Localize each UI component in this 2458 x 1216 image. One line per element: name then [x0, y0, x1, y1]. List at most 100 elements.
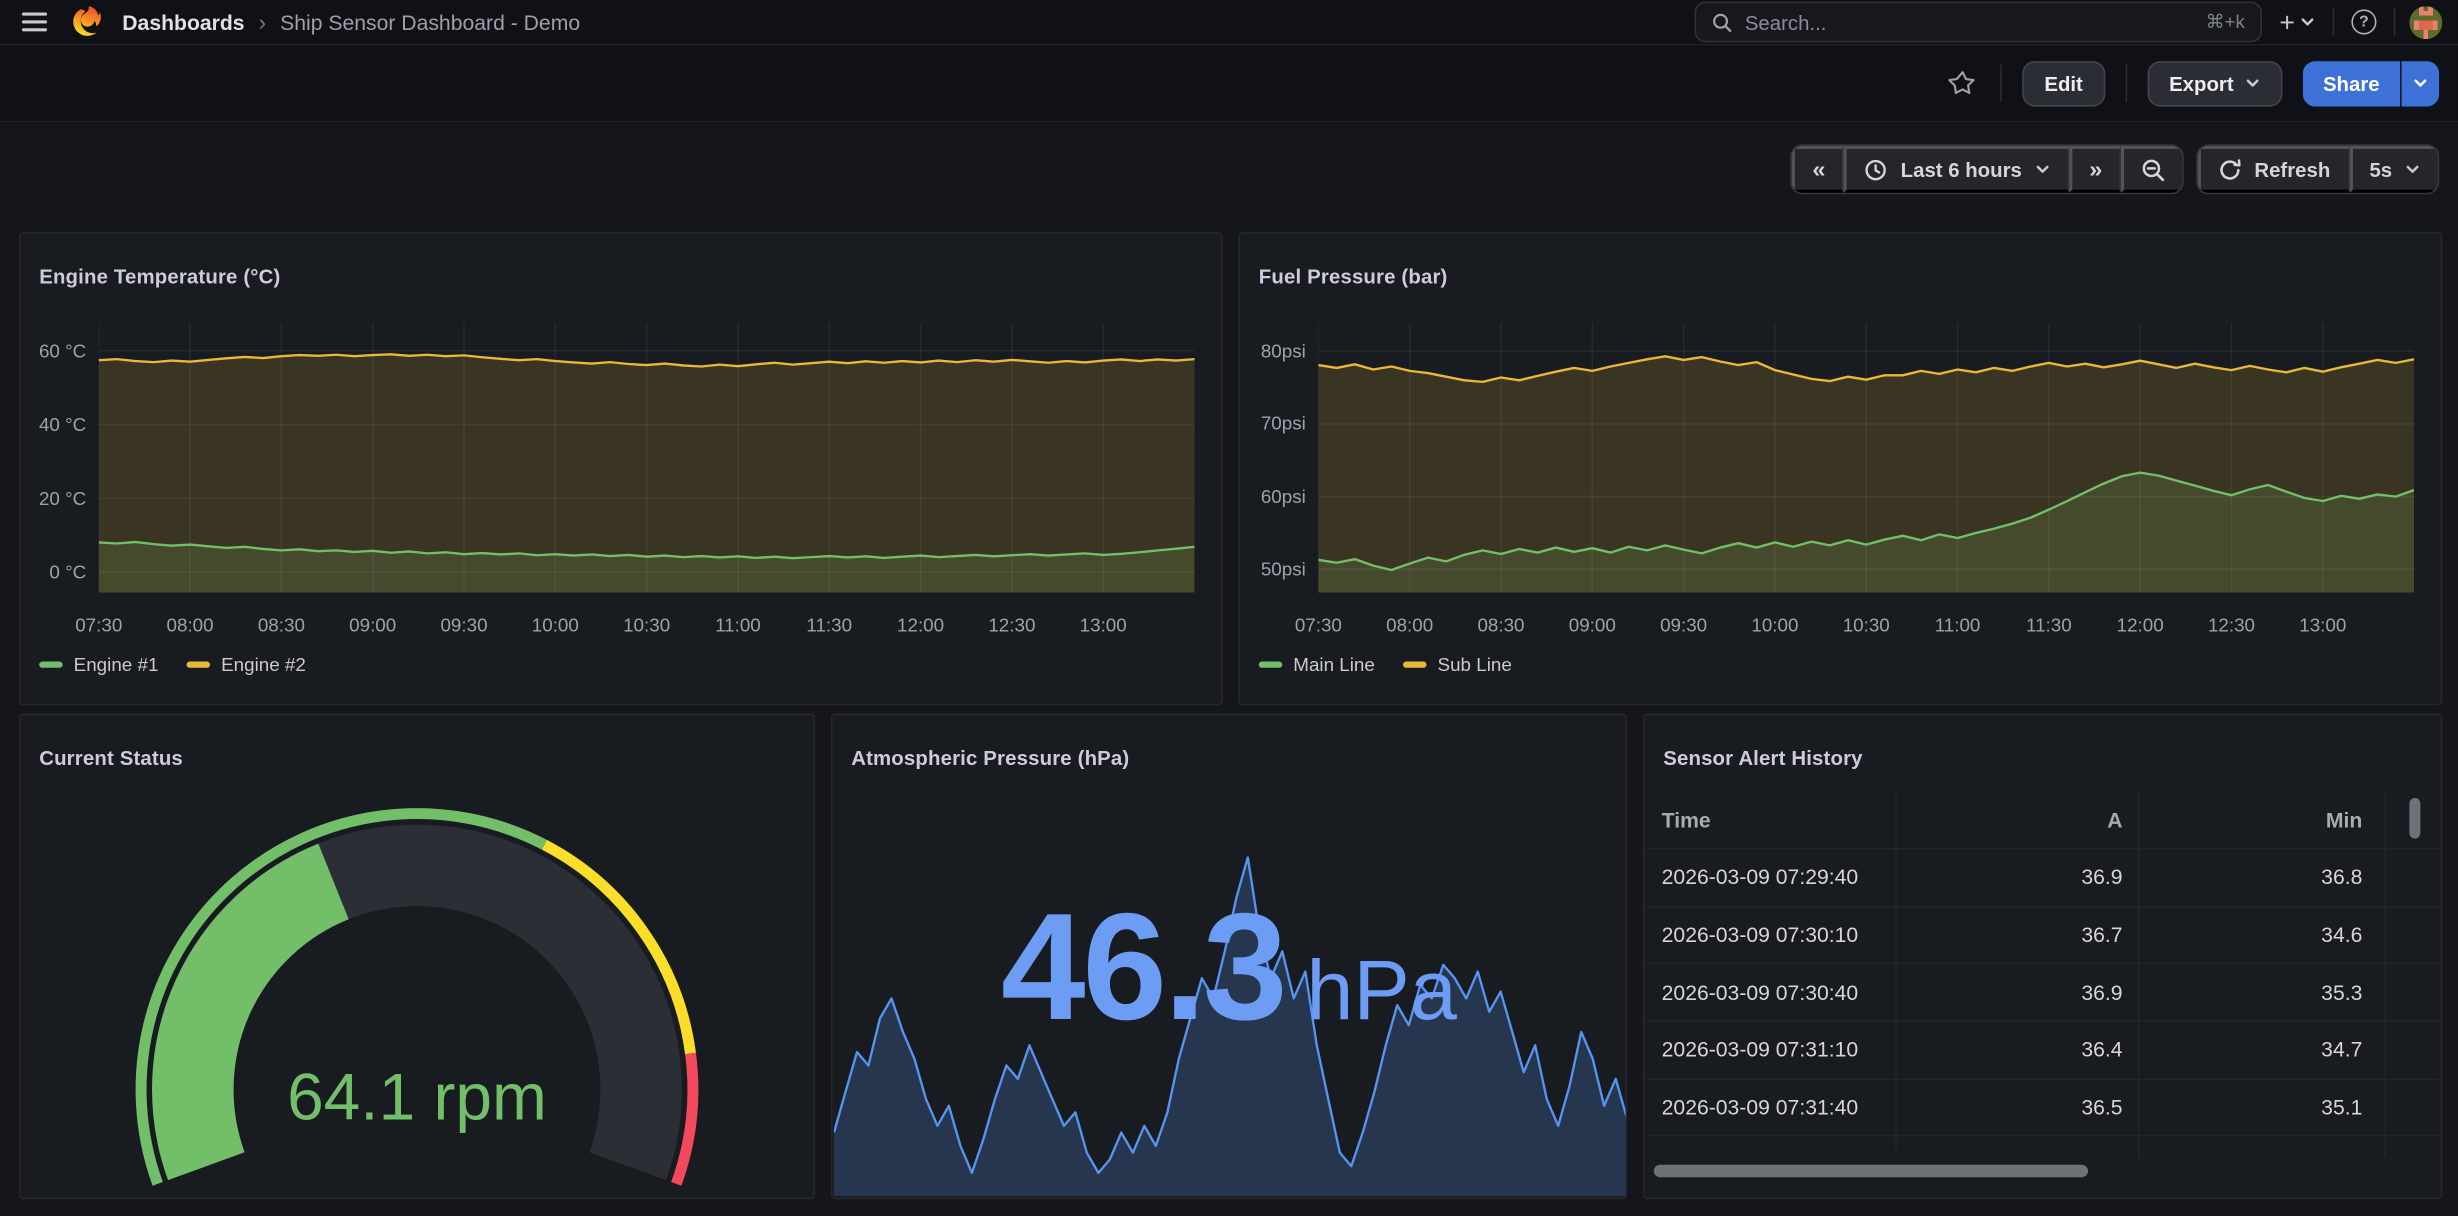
x-axis-tick-label: 12:30 — [973, 614, 1051, 636]
help-button[interactable]: ? — [2348, 6, 2379, 37]
x-axis-tick-label: 09:30 — [1644, 614, 1722, 636]
table-column-divider — [1895, 793, 1897, 1157]
share-menu-button[interactable] — [2402, 60, 2440, 105]
time-range-picker[interactable]: Last 6 hours — [1844, 146, 2069, 193]
chevron-down-icon — [2405, 161, 2421, 177]
share-button[interactable]: Share — [2303, 60, 2400, 105]
table-cell-min: 34.7 — [2138, 1038, 2384, 1062]
legend-series-label: Engine #2 — [221, 654, 306, 676]
grafana-dashboard-app: Dashboards › Ship Sensor Dashboard - Dem… — [0, 0, 2458, 1216]
legend-item[interactable]: Main Line — [1259, 654, 1375, 676]
x-axis-tick-label: 10:00 — [1736, 614, 1814, 636]
search-placeholder: Search... — [1745, 10, 2193, 34]
table-row[interactable]: 2026-03-09 07:29:4036.936.8 — [1646, 850, 2439, 908]
double-chevron-left-icon: « — [1812, 158, 1825, 182]
vertical-scrollbar[interactable] — [2409, 798, 2420, 839]
x-axis-tick-label: 12:00 — [2101, 614, 2179, 636]
time-back-button[interactable]: « — [1792, 146, 1844, 193]
table-cell-time: 2026-03-09 07:30:40 — [1646, 981, 1895, 1005]
table-cell-min: 36.8 — [2138, 866, 2384, 890]
panel-sensor-alert-history: Sensor Alert History TimeAMin 2026-03-09 … — [1643, 713, 2442, 1199]
dashboard-canvas: « Last 6 hours » — [0, 122, 2458, 1216]
panel-engine-temperature: Engine Temperature (°C) 0 °C20 °C40 °C60… — [19, 232, 1223, 705]
legend-series-label: Engine #1 — [74, 654, 159, 676]
table-cell-a: 36.9 — [1895, 981, 2138, 1005]
legend-swatch — [187, 662, 211, 668]
star-icon — [1949, 69, 1977, 97]
table-header-time[interactable]: Time — [1646, 809, 1895, 833]
add-button[interactable]: + — [2276, 5, 2318, 38]
table-row[interactable]: 2026-03-09 07:31:1036.434.7 — [1646, 1022, 2439, 1080]
chevron-down-icon — [2300, 14, 2316, 30]
refresh-label: Refresh — [2254, 158, 2330, 182]
breadcrumb-dashboards[interactable]: Dashboards — [122, 10, 244, 34]
table-column-divider — [2384, 793, 2386, 1157]
dashboard-toolbar: Edit Export Share — [0, 45, 2458, 122]
table-row[interactable]: 2026-03-09 07:31:4036.535.1 — [1646, 1080, 2439, 1138]
x-axis-tick-label: 11:30 — [2010, 614, 2088, 636]
time-range-label: Last 6 hours — [1901, 158, 2022, 182]
time-forward-button[interactable]: » — [2069, 146, 2121, 193]
table-cell-min: 35.1 — [2138, 1096, 2384, 1120]
panel-current-status: Current Status 64.1 rpm — [19, 713, 815, 1199]
table-header-a[interactable]: A — [1895, 809, 2138, 833]
y-axis-tick-label: 20 °C — [20, 486, 86, 511]
toolbar-divider — [2000, 64, 2002, 102]
table-row[interactable]: 2026-03-09 07:30:1036.734.6 — [1646, 907, 2439, 965]
edit-button[interactable]: Edit — [2022, 60, 2104, 105]
gauge-value: 64.1 rpm — [20, 1060, 813, 1135]
help-icon: ? — [2351, 9, 2376, 34]
legend-item[interactable]: Sub Line — [1403, 654, 1512, 676]
y-axis-tick-label: 50psi — [1240, 557, 1306, 582]
x-axis-tick-label: 08:00 — [151, 614, 229, 636]
x-axis-tick-label: 11:00 — [699, 614, 777, 636]
avatar[interactable] — [2409, 5, 2442, 38]
favorite-star-button[interactable] — [1946, 66, 1980, 100]
legend-swatch — [39, 662, 63, 668]
chevron-down-icon — [2034, 161, 2050, 177]
panel-title: Sensor Alert History — [1663, 746, 1862, 770]
legend-item[interactable]: Engine #2 — [187, 654, 306, 676]
x-axis-tick-label: 13:00 — [1064, 614, 1142, 636]
menu-toggle-icon[interactable] — [16, 6, 54, 37]
export-button[interactable]: Export — [2147, 60, 2282, 105]
legend-item[interactable]: Engine #1 — [39, 654, 158, 676]
panel-title: Fuel Pressure (bar) — [1259, 265, 1448, 289]
table-row[interactable]: 2026-03-09 07:30:4036.935.3 — [1646, 965, 2439, 1023]
table-cell-time: 2026-03-09 07:29:40 — [1646, 866, 1895, 890]
panel-title: Atmospheric Pressure (hPa) — [851, 746, 1129, 770]
nav-divider — [2394, 8, 2396, 36]
search-input[interactable]: Search... ⌘+k — [1695, 2, 2262, 43]
refresh-interval-picker[interactable]: 5s — [2349, 146, 2438, 193]
refresh-button[interactable]: Refresh — [2198, 146, 2349, 193]
legend-series-label: Sub Line — [1438, 654, 1512, 676]
nav-right: Search... ⌘+k + ? — [1695, 2, 2443, 43]
x-axis-tick-label: 10:30 — [1827, 614, 1905, 636]
horizontal-scrollbar[interactable] — [1654, 1165, 2088, 1178]
table-cell-a: 36.5 — [1895, 1096, 2138, 1120]
panel-fuel-pressure: Fuel Pressure (bar) 50psi60psi70psi80psi… — [1238, 232, 2442, 705]
x-axis-tick-label: 08:30 — [242, 614, 320, 636]
x-axis-tick-label: 13:00 — [2284, 614, 2362, 636]
table-cell-min: 35.3 — [2138, 981, 2384, 1005]
share-split-button: Share — [2303, 60, 2440, 105]
x-axis-tick-label: 10:30 — [607, 614, 685, 636]
stat-unit: hPa — [1306, 948, 1457, 1033]
time-controls: « Last 6 hours » — [1790, 144, 2439, 194]
zoom-out-button[interactable] — [2121, 146, 2182, 193]
plot-area[interactable] — [99, 323, 1195, 593]
grafana-logo-icon — [71, 5, 105, 39]
nav-left: Dashboards › Ship Sensor Dashboard - Dem… — [16, 5, 580, 39]
grafana-logo[interactable] — [71, 5, 105, 39]
table-header-min[interactable]: Min — [2138, 809, 2384, 833]
clock-icon — [1865, 158, 1889, 182]
x-axis-tick-label: 12:30 — [2192, 614, 2270, 636]
table-cell-time: 2026-03-09 07:31:10 — [1646, 1038, 1895, 1062]
x-axis-tick-label: 11:00 — [1918, 614, 1996, 636]
x-axis-tick-label: 11:30 — [790, 614, 868, 636]
breadcrumb: Dashboards › Ship Sensor Dashboard - Dem… — [122, 9, 580, 34]
legend-series-label: Main Line — [1293, 654, 1375, 676]
plot-area[interactable] — [1318, 323, 2414, 593]
x-axis-tick-label: 09:00 — [334, 614, 412, 636]
y-axis-tick-label: 0 °C — [20, 560, 86, 585]
